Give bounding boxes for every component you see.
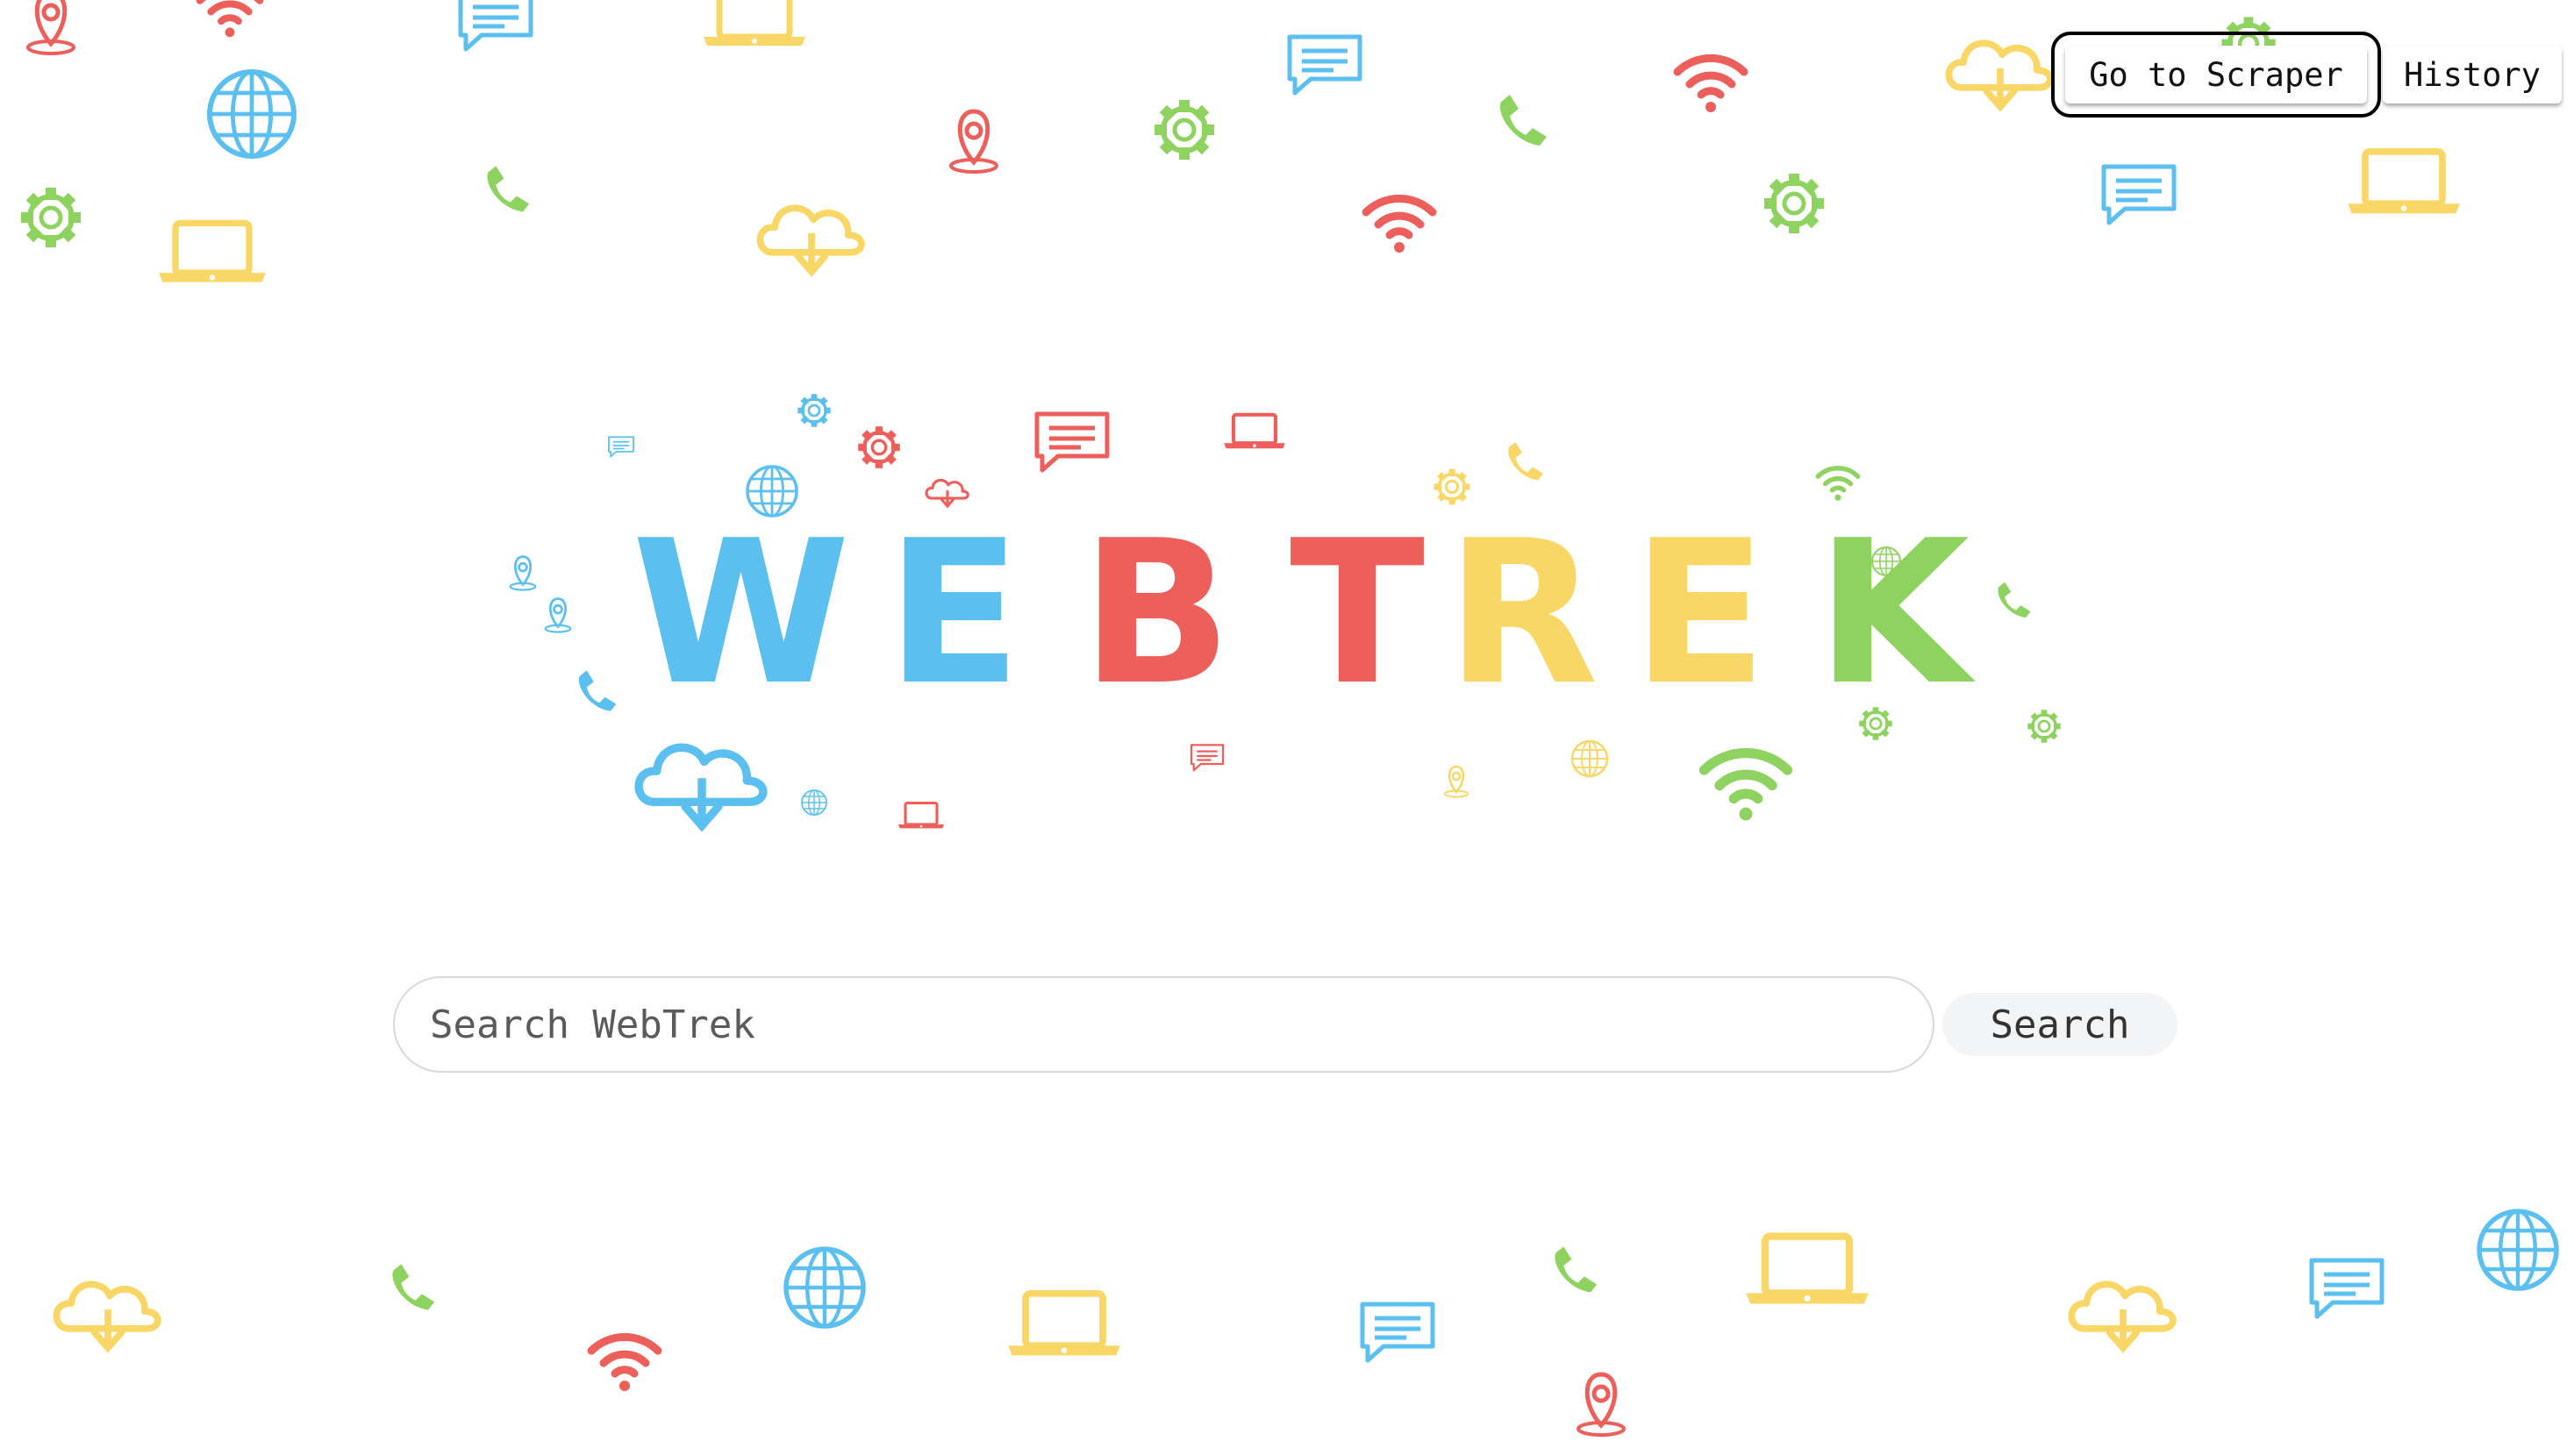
logo-laptop-icon	[1224, 412, 1285, 449]
phone-icon	[392, 1264, 435, 1310]
wifi-icon	[1362, 194, 1437, 253]
logo-letter: B	[1081, 498, 1233, 729]
logo-phone-icon	[1998, 582, 2031, 618]
logo-letter: K	[1816, 498, 1970, 729]
logo-map-pin-icon	[509, 555, 537, 591]
logo-chat-icon	[608, 436, 634, 458]
search-input[interactable]	[393, 976, 1934, 1073]
logo-letter: T	[1290, 498, 1426, 729]
go-to-scraper-button[interactable]: Go to Scraper	[2051, 32, 2381, 118]
wifi-icon	[196, 0, 264, 38]
chat-icon	[458, 0, 533, 52]
logo-wifi-icon	[1698, 747, 1793, 821]
logo-letter: R	[1446, 498, 1599, 729]
globe-icon	[2477, 1209, 2559, 1291]
cloud-download-icon	[756, 204, 865, 277]
globe-icon	[783, 1246, 866, 1329]
logo-gear-icon	[858, 426, 900, 468]
logo-letter: E	[1632, 498, 1768, 729]
wifi-icon	[587, 1332, 662, 1391]
logo-phone-icon	[578, 670, 617, 711]
globe-icon	[206, 68, 297, 160]
header-actions: Go to Scraper History	[2051, 32, 2562, 118]
logo-laptop-icon	[897, 802, 945, 829]
laptop-icon	[1746, 1232, 1869, 1304]
cloud-download-icon	[2068, 1281, 2177, 1353]
gear-icon	[21, 188, 81, 247]
logo-phone-icon	[1508, 442, 1543, 481]
logo-globe-icon	[1570, 739, 1609, 778]
phone-icon	[1555, 1246, 1598, 1293]
logo-gear-icon	[797, 394, 831, 427]
logo-wifi-icon	[1815, 466, 1861, 501]
logo-map-pin-icon	[1444, 765, 1469, 798]
search-button[interactable]: Search	[1942, 993, 2177, 1056]
laptop-icon	[2348, 147, 2460, 214]
map-pin-icon	[26, 0, 75, 55]
chat-icon	[1287, 34, 1362, 96]
laptop-icon	[1008, 1289, 1120, 1356]
logo-globe-icon	[801, 789, 827, 816]
history-button[interactable]: History	[2383, 46, 2562, 103]
logo-gear-icon	[2027, 710, 2061, 743]
chat-icon	[2101, 164, 2177, 225]
chat-icon	[1360, 1302, 1435, 1363]
logo-letter: E	[886, 498, 1022, 729]
cloud-download-icon	[53, 1281, 161, 1353]
wifi-icon	[1673, 54, 1748, 112]
map-pin-icon	[1577, 1372, 1626, 1437]
logo-cloud-download-icon	[634, 743, 768, 832]
gear-icon	[1155, 100, 1214, 160]
logo-chat-icon	[1190, 744, 1225, 772]
logo-map-pin-icon	[544, 597, 572, 633]
cloud-download-icon	[1945, 39, 2054, 112]
phone-icon	[1499, 95, 1547, 146]
logo-chat-icon	[1034, 411, 1110, 473]
laptop-icon	[159, 219, 266, 282]
logo-letter: W	[632, 498, 851, 729]
map-pin-icon	[949, 109, 998, 174]
gear-icon	[1764, 174, 1824, 233]
laptop-icon	[704, 0, 805, 46]
phone-icon	[487, 166, 530, 212]
chat-icon	[2309, 1258, 2385, 1319]
